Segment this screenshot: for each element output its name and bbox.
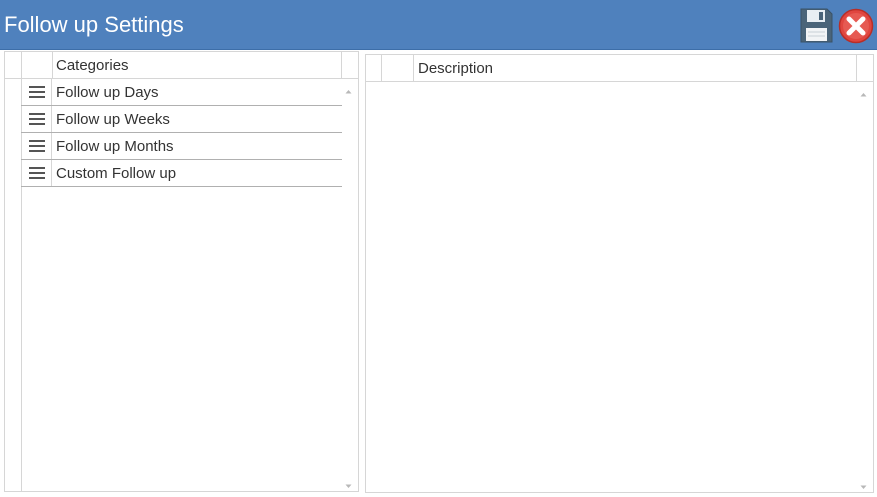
category-row[interactable]: Follow up Weeks	[21, 106, 342, 133]
drag-handle-icon	[29, 113, 45, 125]
category-label: Follow up Days	[56, 84, 159, 101]
scroll-down-arrow[interactable]	[344, 478, 353, 488]
close-button[interactable]	[838, 8, 874, 44]
window-title: Follow up Settings	[4, 12, 184, 37]
header-indicator-cell	[5, 52, 22, 78]
close-x-icon	[838, 8, 874, 44]
scroll-up-arrow[interactable]	[344, 83, 353, 94]
category-row[interactable]: Follow up Days	[21, 79, 342, 106]
categories-panel: Categories Follow up Days Follow up Week…	[4, 51, 359, 492]
categories-column-header[interactable]: Categories	[53, 52, 342, 78]
chevron-up-icon	[860, 93, 867, 97]
scroll-down-arrow[interactable]	[859, 479, 868, 489]
title-bar: Follow up Settings	[0, 0, 877, 50]
description-column-header[interactable]: Description	[414, 55, 857, 81]
drag-handle[interactable]	[21, 79, 52, 105]
description-column-header-label: Description	[418, 60, 494, 77]
indicator-column-line	[21, 187, 22, 491]
drag-handle[interactable]	[21, 106, 52, 132]
header-indicator-cell	[366, 55, 382, 81]
chevron-down-icon	[860, 485, 867, 489]
category-row[interactable]: Custom Follow up	[21, 160, 342, 187]
description-grid-header: Description	[366, 55, 873, 82]
chevron-up-icon	[345, 90, 352, 94]
chevron-down-icon	[345, 484, 352, 488]
category-label: Follow up Weeks	[56, 111, 170, 128]
save-floppy-icon	[800, 8, 833, 43]
description-panel: Description	[365, 54, 874, 493]
category-label: Follow up Months	[56, 138, 174, 155]
header-handle-cell	[22, 52, 53, 78]
categories-grid-header: Categories	[5, 52, 358, 79]
categories-column-header-label: Categories	[56, 57, 129, 74]
drag-handle[interactable]	[21, 133, 52, 159]
save-button[interactable]	[799, 7, 834, 44]
drag-handle-icon	[29, 140, 45, 152]
drag-handle[interactable]	[21, 160, 52, 186]
category-label: Custom Follow up	[56, 165, 177, 182]
category-row[interactable]: Follow up Months	[21, 133, 342, 160]
drag-handle-icon	[29, 86, 45, 98]
drag-handle-icon	[29, 167, 45, 179]
scroll-up-arrow[interactable]	[859, 86, 868, 97]
header-handle-cell	[382, 55, 414, 81]
